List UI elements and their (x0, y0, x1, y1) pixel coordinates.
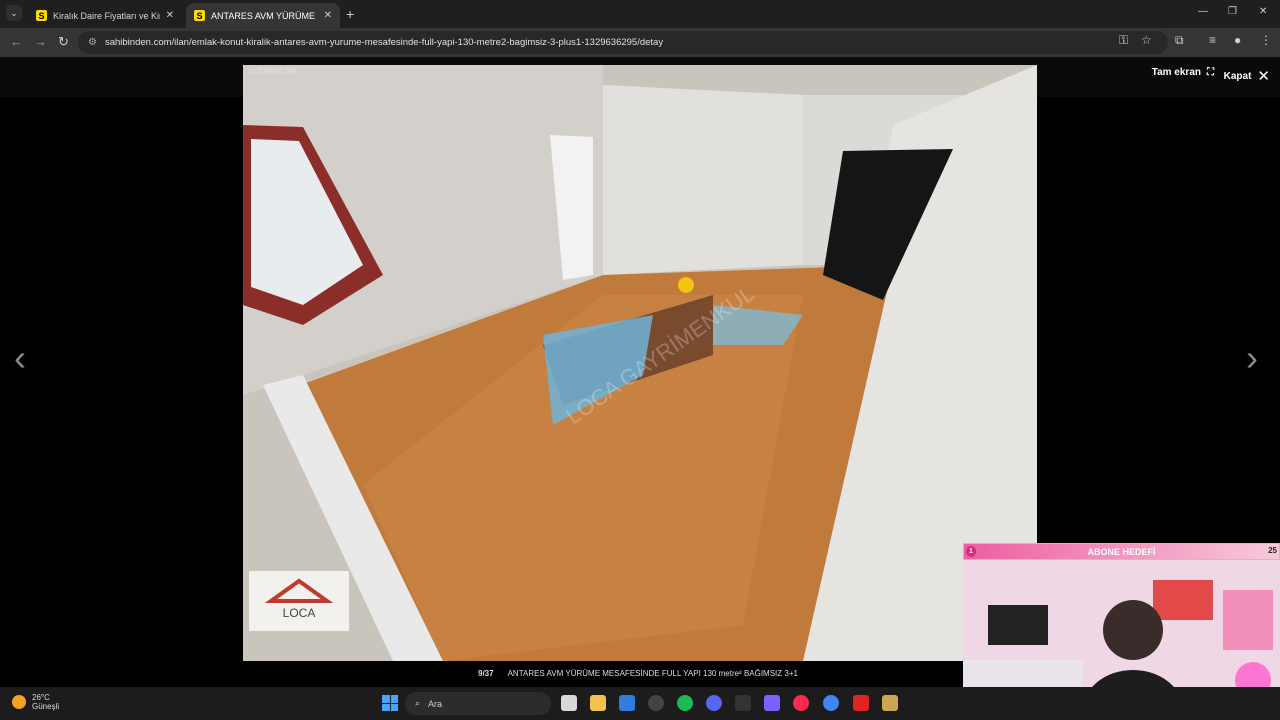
close-window-button[interactable]: ✕ (1259, 6, 1267, 17)
opera-icon[interactable] (793, 695, 809, 711)
tab-kiralik-daire[interactable]: S Kiralık Daire Fiyatları ve Kiralık E ✕ (28, 3, 182, 28)
sahibinden-favicon-icon: S (36, 10, 47, 21)
weather-text: Güneşli (32, 702, 60, 711)
fullscreen-button[interactable]: Tam ekran ⛶ (1152, 67, 1214, 78)
subscriber-goal-bar: 1 ABONE HEDEFİ 25 (963, 543, 1280, 560)
close-label: Kapat (1223, 70, 1252, 82)
photo-counter: 9/37 (478, 669, 494, 678)
new-tab-button[interactable]: + (346, 6, 354, 22)
search-placeholder: Ara (428, 698, 443, 709)
tab-title: Kiralık Daire Fiyatları ve Kiralık E (53, 10, 160, 21)
profile-avatar-icon[interactable]: ● (1234, 33, 1241, 47)
goal-start: 1 (966, 546, 976, 557)
spotify-icon[interactable] (677, 695, 693, 711)
address-bar[interactable]: ⚙ sahibinden.com/ilan/emlak-konut-kirali… (78, 31, 1168, 54)
chrome-icon[interactable] (823, 695, 839, 711)
password-key-icon[interactable]: ⚿ (1119, 33, 1128, 48)
forward-button[interactable]: → (34, 34, 47, 49)
browser-toolbar: ← → ↻ ⚙ sahibinden.com/ilan/emlak-konut-… (0, 28, 1280, 57)
tab-strip: ⌄ S Kiralık Daire Fiyatları ve Kiralık E… (0, 0, 1280, 28)
photo-caption: 9/37 ANTARES AVM YÜRÜME MESAFESİNDE FULL… (478, 669, 798, 678)
discord-icon[interactable] (706, 695, 722, 711)
temperature: 26°C (32, 693, 50, 702)
url-text: sahibinden.com/ilan/emlak-konut-kiralik-… (104, 37, 664, 48)
tab-search-button[interactable]: ⌄ (6, 5, 22, 21)
app-yellow-icon[interactable] (882, 695, 898, 711)
tab-title: ANTARES AVM YÜRÜME MESAF (211, 10, 318, 21)
close-icon[interactable]: ✕ (324, 10, 332, 21)
fullscreen-label: Tam ekran (1151, 67, 1201, 78)
back-button[interactable]: ← (10, 34, 23, 49)
settings-gear-icon[interactable] (648, 695, 664, 711)
room-photo-illustration: LOCA GAYRİMENKUL (243, 65, 1037, 661)
task-view-icon[interactable] (561, 695, 577, 711)
weather-widget[interactable]: 26°C Güneşli (12, 693, 59, 711)
listing-title: ANTARES AVM YÜRÜME MESAFESİNDE FULL YAPI… (507, 669, 798, 678)
file-explorer-icon[interactable] (590, 695, 606, 711)
sun-icon (12, 695, 26, 709)
next-photo-button[interactable]: › (1246, 337, 1258, 379)
svg-text:LOCA: LOCA (283, 606, 316, 620)
photo-id: #1329636295 (248, 67, 297, 76)
close-icon: ✕ (1257, 68, 1270, 85)
site-info-icon[interactable]: ⚙ (88, 37, 97, 48)
minimize-button[interactable]: — (1198, 6, 1208, 17)
close-icon[interactable]: ✕ (166, 10, 174, 21)
close-viewer-button[interactable]: Kapat ✕ (1224, 67, 1270, 85)
tab-antares-avm[interactable]: S ANTARES AVM YÜRÜME MESAF ✕ (186, 3, 340, 28)
restore-button[interactable]: ❐ (1228, 6, 1237, 17)
goal-title: ABONE HEDEFİ (1087, 546, 1156, 557)
app-grid-icon[interactable] (764, 695, 780, 711)
fullscreen-icon: ⛶ (1207, 67, 1214, 78)
goal-end: 25 (1268, 546, 1277, 555)
app-g-icon[interactable] (735, 695, 751, 711)
bookmark-star-icon[interactable]: ☆ (1141, 33, 1152, 47)
mail-icon[interactable] (619, 695, 635, 711)
previous-photo-button[interactable]: ‹ (14, 337, 26, 379)
menu-kebab-icon[interactable]: ⋮ (1260, 33, 1272, 47)
streaming-app-icon[interactable] (853, 695, 869, 711)
media-controls-icon[interactable]: ≡ (1209, 33, 1216, 47)
loca-logo: LOCA (249, 571, 349, 631)
search-icon: ⌕ (415, 698, 421, 708)
taskbar-search[interactable]: ⌕ Ara (405, 692, 551, 715)
reload-button[interactable]: ↻ (58, 34, 69, 50)
windows-taskbar: 26°C Güneşli ⌕ Ara (0, 687, 1280, 720)
sahibinden-favicon-icon: S (194, 10, 205, 21)
listing-photo: LOCA GAYRİMENKUL #1329636295 LOCA (243, 65, 1037, 661)
extensions-icon[interactable]: ⧉ (1175, 33, 1184, 48)
windows-start-icon[interactable] (382, 695, 398, 711)
